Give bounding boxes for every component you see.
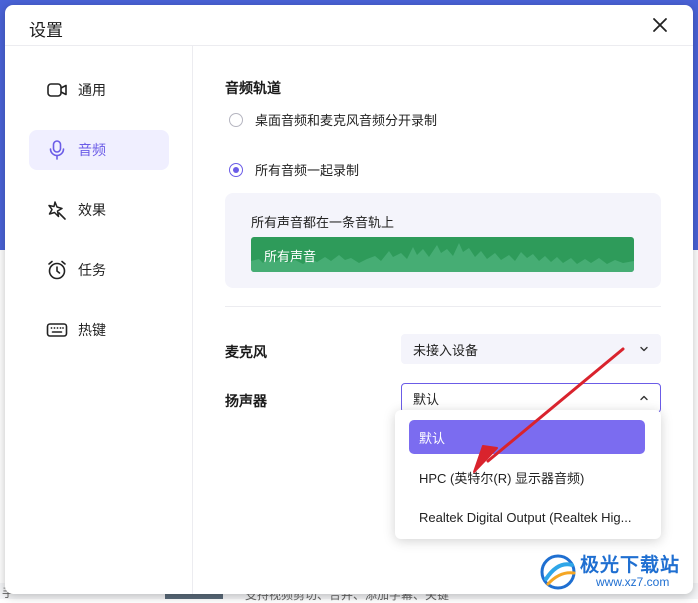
watermark-icon bbox=[540, 554, 576, 590]
watermark-logo: 极光下载站 www.xz7.com bbox=[538, 549, 690, 595]
watermark-name: 极光下载站 bbox=[580, 555, 681, 576]
annotation-arrow bbox=[473, 347, 625, 473]
watermark-url: www.xz7.com bbox=[596, 575, 670, 589]
